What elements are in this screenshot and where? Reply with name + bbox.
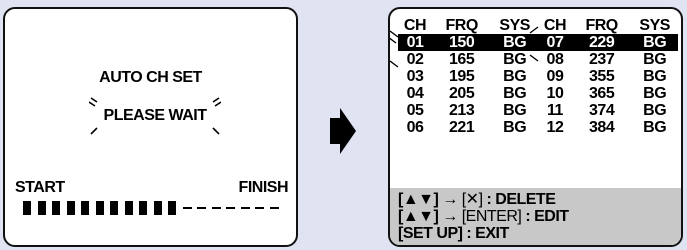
progress-segment-filled [66, 201, 75, 215]
progress-segment-filled [168, 201, 176, 215]
frq-cell: 150 [431, 34, 492, 51]
progress-segment-filled [23, 201, 31, 215]
progress-bar [23, 201, 285, 215]
sys-cell: BG [503, 85, 527, 102]
frq-cell: 229 [571, 34, 632, 51]
sys-cell: BG [503, 68, 527, 85]
ch-cell: 09 [546, 68, 564, 85]
progress-segment-filled [110, 201, 118, 215]
up-down-keys: [▲▼] [398, 208, 439, 225]
please-wait-text: PLEASE WAIT [103, 107, 207, 124]
progress-labels: START FINISH [15, 179, 289, 199]
arrow-right-icon: → [442, 208, 458, 225]
flash-icon [90, 127, 98, 135]
up-down-keys: [▲▼] [398, 191, 439, 208]
progress-segment-empty [211, 207, 221, 209]
sys-cell: BG [643, 102, 667, 119]
flash-icon [212, 127, 220, 135]
progress-segment-filled [37, 201, 46, 215]
help-edit-line: [▲▼] → [ENTER] : EDIT [398, 208, 681, 225]
frq-cell: 355 [589, 68, 615, 85]
delete-key: [✕] [461, 191, 483, 208]
enter-key: [ENTER] [461, 208, 522, 225]
progress-finish-label: FINISH [238, 179, 289, 196]
progress-segment-filled [124, 201, 133, 215]
sys-cell: BG [631, 34, 678, 51]
sys-cell: BG [503, 51, 527, 68]
sys-cell: BG [643, 85, 667, 102]
header-sys: SYS [639, 17, 670, 34]
ch-cell: 07 [537, 34, 572, 51]
sys-cell: BG [491, 34, 538, 51]
flash-icon [212, 97, 221, 107]
progress-segment-empty [255, 207, 264, 209]
header-ch: CH [403, 17, 427, 34]
progress-start-label: START [15, 179, 65, 196]
edit-action: : EDIT [525, 208, 569, 225]
right-arrow-icon [330, 108, 356, 154]
progress-segment-filled [81, 201, 89, 215]
header-frq: FRQ [445, 17, 478, 34]
table-row[interactable]: 02 165 BG 08 237 BG [398, 51, 678, 68]
progress-segment-empty [226, 207, 235, 209]
frq-cell: 165 [449, 51, 475, 68]
frq-cell: 195 [449, 68, 475, 85]
progress-segment-empty [240, 207, 250, 209]
ch-cell: 02 [406, 51, 424, 68]
frq-cell: 365 [589, 85, 615, 102]
progress-segment-filled [139, 201, 147, 215]
frq-cell: 221 [449, 119, 475, 136]
delete-action: : DELETE [486, 191, 556, 208]
header-ch: CH [543, 17, 567, 34]
header-frq: FRQ [585, 17, 618, 34]
ch-cell: 01 [398, 34, 432, 51]
progress-segment-filled [95, 201, 104, 215]
progress-segment-empty [182, 207, 192, 209]
table-row[interactable]: 03 195 BG 09 355 BG [398, 68, 678, 85]
progress-segment-filled [52, 201, 60, 215]
arrow-right-icon: → [442, 191, 458, 208]
sys-cell: BG [503, 119, 527, 136]
ch-cell: 05 [406, 102, 424, 119]
ch-cell: 06 [406, 119, 424, 136]
auto-channel-set-screen: AUTO CH SET PLEASE WAIT START FINISH [3, 7, 298, 247]
ch-cell: 04 [406, 85, 424, 102]
channel-table: CH FRQ SYS CH FRQ SYS 01 150 BG 07 229 B… [398, 17, 678, 136]
help-exit-line: [SET UP] : EXIT [398, 225, 509, 242]
flash-icon [89, 97, 98, 107]
table-row-selected[interactable]: 01 150 BG 07 229 BG [398, 34, 678, 51]
auto-ch-set-title: AUTO CH SET [99, 69, 202, 86]
table-header-row: CH FRQ SYS CH FRQ SYS [398, 17, 678, 34]
ch-cell: 10 [546, 85, 564, 102]
frq-cell: 205 [449, 85, 475, 102]
help-panel: [▲▼] → [✕] : DELETE [▲▼] → [ENTER] : EDI… [390, 188, 681, 245]
table-row[interactable]: 05 213 BG 11 374 BG [398, 102, 678, 119]
progress-segment-empty [269, 207, 279, 209]
table-row[interactable]: 04 205 BG 10 365 BG [398, 85, 678, 102]
ch-cell: 08 [546, 51, 564, 68]
sys-cell: BG [503, 102, 527, 119]
sys-cell: BG [643, 51, 667, 68]
frq-cell: 237 [589, 51, 615, 68]
frq-cell: 374 [589, 102, 615, 119]
ch-cell: 12 [546, 119, 564, 136]
channel-list-screen: CH FRQ SYS CH FRQ SYS 01 150 BG 07 229 B… [388, 7, 683, 247]
frq-cell: 213 [449, 102, 475, 119]
please-wait-indicator: PLEASE WAIT [85, 95, 225, 137]
header-sys: SYS [499, 17, 530, 34]
table-row[interactable]: 06 221 BG 12 384 BG [398, 119, 678, 136]
progress-segment-filled [153, 201, 162, 215]
ch-cell: 11 [546, 102, 563, 119]
help-delete-line: [▲▼] → [✕] : DELETE [398, 191, 681, 208]
progress-segment-empty [197, 207, 206, 209]
sys-cell: BG [643, 68, 667, 85]
frq-cell: 384 [589, 119, 615, 136]
ch-cell: 03 [406, 68, 424, 85]
sys-cell: BG [643, 119, 667, 136]
